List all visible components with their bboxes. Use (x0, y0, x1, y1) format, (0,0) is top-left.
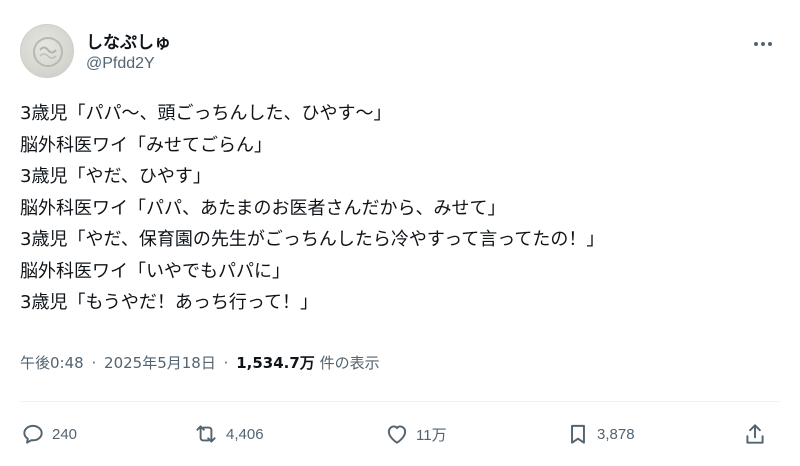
retweet-icon (196, 425, 216, 443)
reply-count: 240 (52, 425, 78, 443)
retweet-count: 4,406 (226, 425, 264, 443)
meta-separator: · (223, 354, 229, 372)
divider (20, 401, 780, 402)
tweet-line: 3歳児「やだ、保育園の先生がごっちんしたら冷やすって言ってたの！」 (20, 229, 605, 250)
heart-icon (387, 425, 407, 444)
tweet-line: 脳外科医ワイ「いやでもパパに」 (20, 260, 290, 282)
tweet-time[interactable]: 午後0:48 (20, 354, 84, 372)
more-options-icon[interactable] (746, 32, 780, 56)
share-button[interactable] (742, 416, 768, 452)
bookmark-count: 3,878 (597, 425, 635, 443)
bookmark-icon (571, 424, 585, 444)
view-count: 1,534.7万 (236, 354, 315, 372)
avatar[interactable] (20, 24, 74, 78)
author-display-name[interactable]: しなぷしゅ (86, 28, 171, 53)
action-bar: 240 4,406 11万 3,878 (20, 416, 780, 452)
like-count: 11万 (416, 426, 447, 444)
meta-separator: · (91, 354, 97, 372)
avatar-image (33, 37, 63, 67)
bookmark-button[interactable]: 3,878 (565, 416, 635, 452)
like-button[interactable]: 11万 (384, 416, 447, 452)
author-handle[interactable]: @Pfdd2Y (86, 55, 155, 73)
tweet-meta: 午後0:48 · 2025年5月18日 · 1,534.7万 件の表示 (20, 352, 380, 373)
retweet-button[interactable]: 4,406 (192, 416, 264, 452)
tweet-header: しなぷしゅ @Pfdd2Y (20, 22, 780, 80)
tweet-line: 脳外科医ワイ「みせてごらん」 (20, 134, 272, 156)
tweet-line: 脳外科医ワイ「パパ、あたまのお医者さんだから、みせて」 (20, 197, 506, 219)
view-count-label: 件の表示 (319, 354, 380, 372)
reply-button[interactable]: 240 (20, 416, 77, 452)
tweet-date[interactable]: 2025年5月18日 (104, 354, 216, 372)
tweet-line: 3歳児「もうやだ！あっち行って！」 (20, 292, 319, 313)
share-icon (746, 424, 764, 444)
tweet-text: 3歳児「パパ〜、頭ごっちんした、ひやす〜」 脳外科医ワイ「みせてごらん」 3歳児… (20, 98, 780, 319)
tweet-line: 3歳児「パパ〜、頭ごっちんした、ひやす〜」 (20, 103, 392, 124)
reply-icon (23, 424, 43, 444)
tweet-line: 3歳児「やだ、ひやす」 (20, 166, 211, 187)
